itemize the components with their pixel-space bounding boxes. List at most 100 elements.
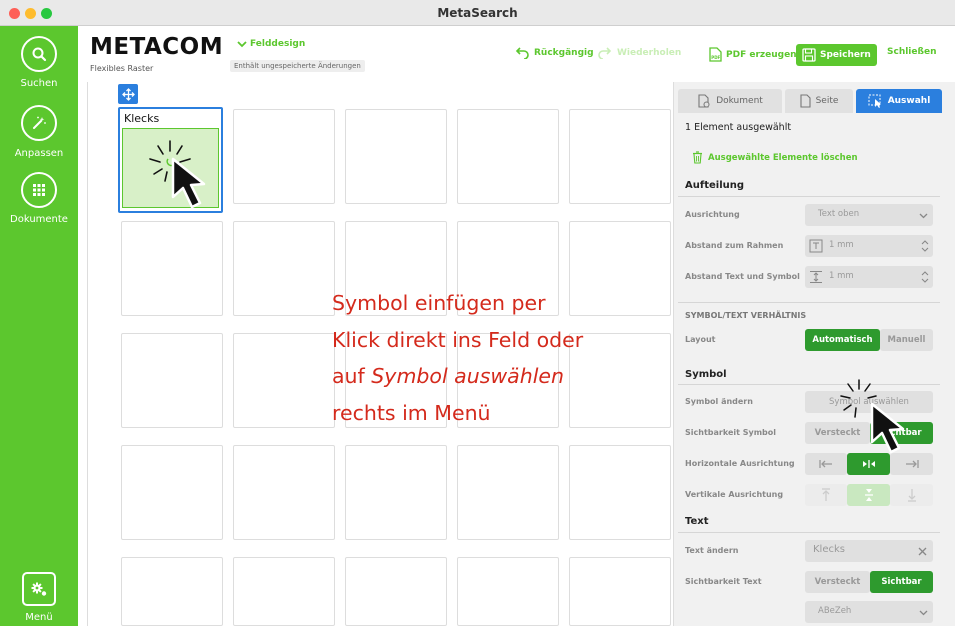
instruction-annotation: Symbol einfügen per Klick direkt ins Fel… xyxy=(332,285,662,431)
selection-cursor-icon xyxy=(868,94,881,108)
document-settings-icon xyxy=(698,94,710,108)
align-middle-button[interactable] xyxy=(847,484,890,506)
svg-text:PDF: PDF xyxy=(711,55,720,60)
cell-symbol-area[interactable] xyxy=(122,128,219,209)
grid-cell[interactable] xyxy=(345,557,447,626)
frame-distance-stepper[interactable]: 1 mm xyxy=(805,235,933,257)
cursor-arrow-icon xyxy=(870,402,905,454)
window-title: MetaSearch xyxy=(437,6,518,20)
text-symbol-distance-label: Abstand Text und Symbol xyxy=(685,272,800,281)
alignment-label: Ausrichtung xyxy=(685,210,740,219)
grid-cell[interactable] xyxy=(457,109,559,204)
redo-button[interactable]: Wiederholen xyxy=(597,47,681,59)
text-visibility-label: Sichtbarkeit Text xyxy=(685,577,762,586)
save-label: Speichern xyxy=(820,50,871,60)
grid-cell[interactable] xyxy=(121,221,223,316)
vertical-spacing-icon xyxy=(810,271,822,283)
symbol-hidden-button[interactable]: Versteckt xyxy=(805,422,870,444)
align-left-icon xyxy=(819,460,832,468)
grid-cell[interactable] xyxy=(121,445,223,540)
redo-label: Wiederholen xyxy=(617,48,682,58)
annotation-line-3-prefix: auf xyxy=(332,364,372,388)
tab-document[interactable]: Dokument xyxy=(678,89,782,113)
grid-cell[interactable] xyxy=(569,445,671,540)
search-icon xyxy=(32,47,47,62)
pdf-file-icon: PDF xyxy=(709,47,722,62)
alignment-dropdown[interactable]: Text oben xyxy=(805,204,933,226)
horizontal-alignment-label: Horizontale Ausrichtung xyxy=(685,459,795,468)
section-heading-text: Text xyxy=(685,516,709,527)
close-editor-button[interactable]: Schließen xyxy=(887,47,936,57)
divider xyxy=(678,196,940,197)
tab-page[interactable]: Seite xyxy=(785,89,853,113)
grid-cell[interactable] xyxy=(121,333,223,428)
cursor-arrow-icon xyxy=(171,157,206,209)
redo-icon xyxy=(598,47,612,59)
tab-selection[interactable]: Auswahl xyxy=(856,89,942,113)
document-type-dropdown[interactable]: Felddesign xyxy=(237,39,305,49)
align-middle-icon xyxy=(864,489,873,501)
change-symbol-label: Symbol ändern xyxy=(685,397,753,406)
text-input[interactable]: Klecks xyxy=(805,540,933,562)
align-bottom-button[interactable] xyxy=(890,484,933,506)
chevron-down-icon xyxy=(919,610,928,616)
align-top-icon xyxy=(822,488,830,501)
tab-document-label: Dokument xyxy=(716,96,763,106)
font-dropdown[interactable]: ABeZeh xyxy=(805,601,933,623)
sidebar-item-search[interactable] xyxy=(21,36,57,72)
move-handle[interactable] xyxy=(118,84,138,104)
text-hidden-button[interactable]: Versteckt xyxy=(805,571,870,593)
sidebar-item-customize[interactable] xyxy=(21,105,57,141)
selection-count: 1 Element ausgewählt xyxy=(685,122,792,133)
grid-cell[interactable] xyxy=(345,445,447,540)
document-type-label: Felddesign xyxy=(250,39,306,49)
undo-button[interactable]: Rückgängig xyxy=(514,47,594,59)
sidebar-item-documents[interactable] xyxy=(21,172,57,208)
layout-automatic-button[interactable]: Automatisch xyxy=(805,329,880,351)
frame-distance-label: Abstand zum Rahmen xyxy=(685,241,784,250)
delete-selected-label: Ausgewählte Elemente löschen xyxy=(708,152,858,163)
align-left-button[interactable] xyxy=(805,453,847,475)
stepper-arrows-icon xyxy=(921,240,929,252)
delete-selected-button[interactable]: Ausgewählte Elemente löschen xyxy=(692,151,858,164)
sidebar-label-search: Suchen xyxy=(20,78,58,89)
annotation-line-3: auf Symbol auswählen xyxy=(332,358,662,395)
trash-icon xyxy=(693,151,702,164)
grid-cell[interactable] xyxy=(233,557,335,626)
grid-cell[interactable] xyxy=(121,557,223,626)
text-visible-button[interactable]: Sichtbar xyxy=(870,571,933,593)
tab-selection-label: Auswahl xyxy=(887,96,931,106)
alignment-value: Text oben xyxy=(818,209,860,219)
stepper-arrows-icon xyxy=(921,271,929,283)
annotation-line-4: rechts im Menü xyxy=(332,400,491,425)
grid-cell[interactable] xyxy=(457,445,559,540)
move-arrows-icon xyxy=(121,87,135,101)
grid-cell[interactable] xyxy=(233,109,335,204)
grid-cell[interactable] xyxy=(233,445,335,540)
grid-cell[interactable] xyxy=(233,333,335,428)
text-symbol-distance-stepper[interactable]: 1 mm xyxy=(805,266,933,288)
menu-button[interactable] xyxy=(22,572,56,606)
align-top-button[interactable] xyxy=(805,484,847,506)
layout-manual-button[interactable]: Manuell xyxy=(880,329,933,351)
grid-cell[interactable] xyxy=(569,557,671,626)
grid-cell[interactable] xyxy=(569,109,671,204)
pdf-button[interactable]: PDF PDF erzeugen xyxy=(709,47,797,62)
magic-wand-icon xyxy=(33,116,46,129)
layout-label: Layout xyxy=(685,335,716,344)
grid-cell[interactable] xyxy=(345,109,447,204)
brand-logo: METACOM xyxy=(90,34,224,60)
section-heading-symbol: Symbol xyxy=(685,369,727,380)
clear-icon xyxy=(918,547,927,556)
undo-label: Rückgängig xyxy=(534,48,594,58)
save-button[interactable]: Speichern xyxy=(796,44,877,66)
annotation-line-3-italic: Symbol auswählen xyxy=(371,364,565,388)
grid-cell[interactable] xyxy=(233,221,335,316)
change-text-label: Text ändern xyxy=(685,546,739,555)
annotation-line-2: Klick direkt ins Feld oder xyxy=(332,327,584,352)
tab-page-label: Seite xyxy=(815,96,839,106)
font-value: ABeZeh xyxy=(818,606,852,616)
grid-cell[interactable] xyxy=(457,557,559,626)
divider xyxy=(678,384,940,385)
title-bar: MetaSearch xyxy=(0,0,955,26)
